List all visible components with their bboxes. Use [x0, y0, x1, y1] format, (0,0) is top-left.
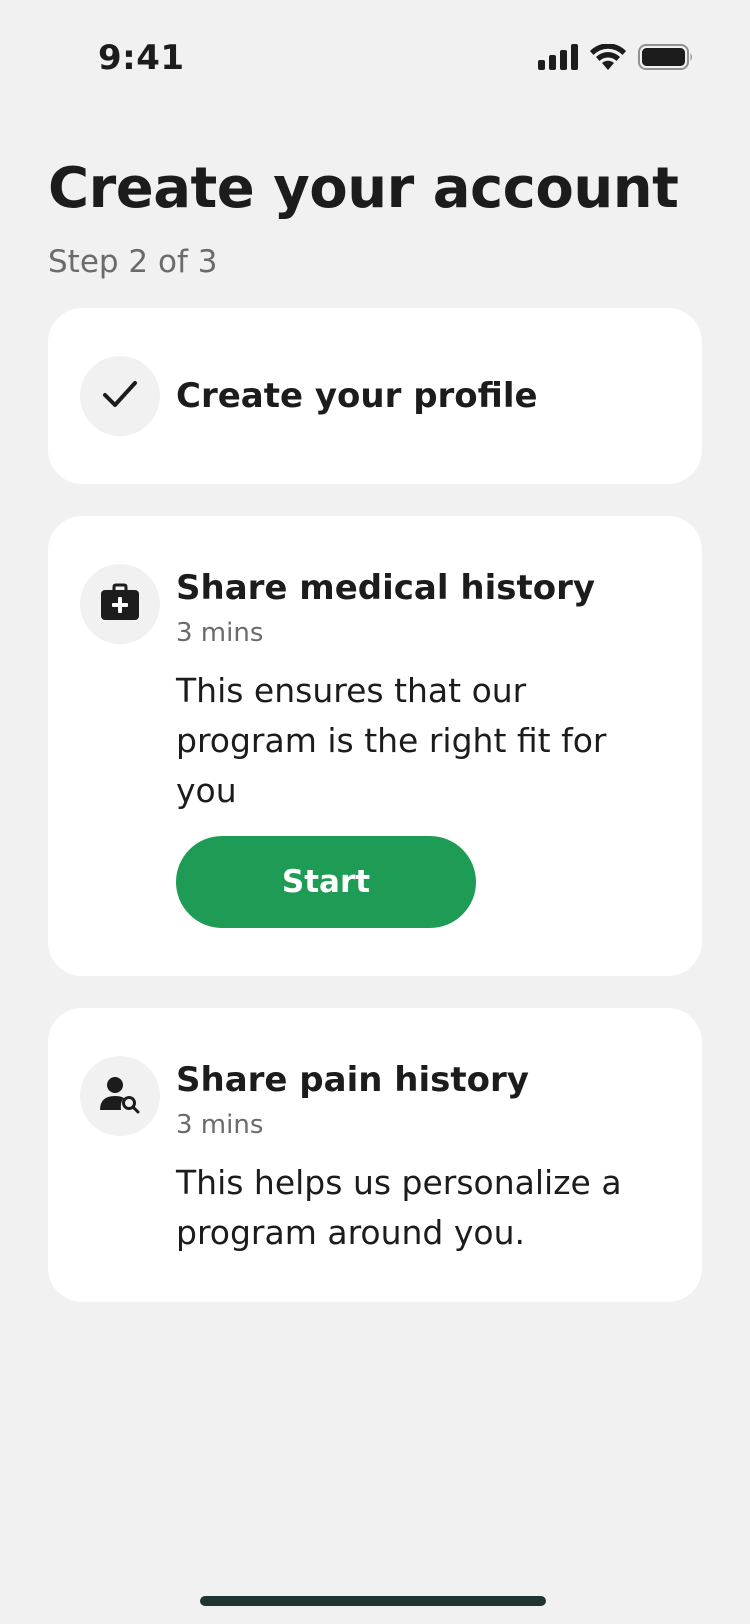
status-time: 9:41 — [98, 38, 185, 78]
step-duration: 3 mins — [176, 1110, 264, 1140]
page-title: Create your account — [48, 156, 679, 221]
step-description: This ensures that our program is the rig… — [176, 671, 607, 810]
battery-icon — [638, 44, 694, 74]
checkmark-icon — [101, 375, 139, 417]
status-bar: 9:41 — [0, 0, 750, 110]
step-card-pain-history: Share pain history 3 mins This helps us … — [48, 1008, 702, 1302]
status-icons — [538, 43, 694, 74]
step-card-medical-history: Share medical history 3 mins This ensure… — [48, 516, 702, 976]
step-title: Create your profile — [176, 376, 538, 416]
wifi-icon — [590, 43, 626, 74]
home-indicator[interactable] — [200, 1596, 546, 1606]
start-button[interactable]: Start — [176, 836, 476, 928]
icon-circle — [80, 564, 160, 644]
step-card-profile: Create your profile — [48, 308, 702, 484]
icon-circle — [80, 1056, 160, 1136]
step-description: This helps us personalize a program arou… — [176, 1163, 622, 1252]
step-indicator: Step 2 of 3 — [48, 244, 218, 280]
step-title: Share medical history — [176, 568, 596, 608]
step-title: Share pain history — [176, 1060, 529, 1100]
medical-kit-icon — [100, 582, 140, 626]
user-search-icon — [99, 1074, 141, 1118]
step-duration: 3 mins — [176, 618, 264, 648]
icon-circle — [80, 356, 160, 436]
cellular-signal-icon — [538, 44, 578, 74]
